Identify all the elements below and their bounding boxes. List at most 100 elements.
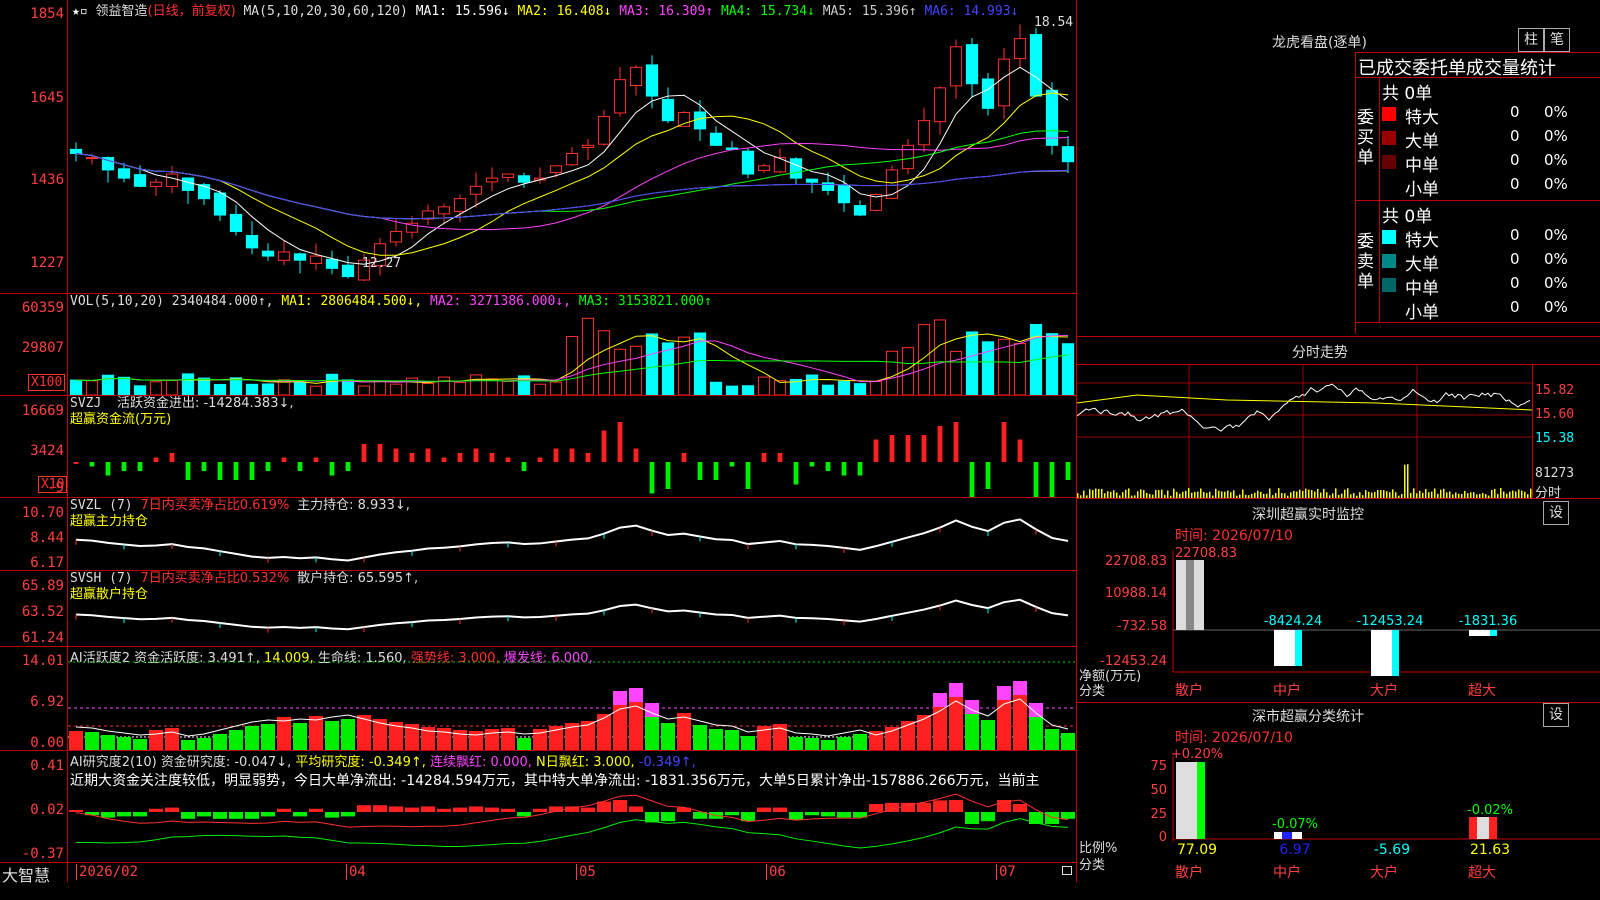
ai-research-bar xyxy=(1013,804,1027,812)
intraday-vol-bar xyxy=(1413,488,1415,498)
sz-class-settings-button[interactable]: 设 xyxy=(1543,703,1569,727)
intraday-vol-bar xyxy=(1299,489,1301,498)
candle-body xyxy=(821,182,835,191)
candle-body xyxy=(597,116,611,145)
svsh-chart[interactable] xyxy=(68,571,1076,646)
volume-bar xyxy=(309,385,323,395)
intraday-vol-bar xyxy=(1443,488,1445,498)
ai-active-bar xyxy=(725,730,739,750)
date-tick: 04 xyxy=(346,864,366,880)
svzj-bar xyxy=(793,462,799,485)
volume-chart[interactable] xyxy=(68,306,1076,395)
ai-active-bar xyxy=(485,729,499,750)
ai-research-bar xyxy=(949,800,963,812)
intraday-vol-bar xyxy=(1227,490,1229,498)
volume-bar xyxy=(597,330,611,395)
vol-tick: 60359 xyxy=(21,300,64,316)
ai-active-bar xyxy=(309,716,323,750)
intraday-vol-bar xyxy=(1137,491,1139,498)
sz-class-chart[interactable]: 75 50 25 0 +0.20% -0.07% -0.02% 77.09 6.97 -5.69 2… xyxy=(1077,742,1600,900)
svzj-bar xyxy=(809,462,815,467)
price-tick: 1645 xyxy=(30,90,64,106)
sz-monitor-chart[interactable]: 22708.83 10988.14 -732.58 -12453.24 22708.83… xyxy=(1077,540,1600,702)
svzj-multiplier[interactable]: X10 xyxy=(38,476,68,493)
intraday-vol-bar xyxy=(1500,488,1502,498)
ai-active-bar xyxy=(117,737,131,750)
ai-research-bar xyxy=(389,806,403,812)
sz-monitor-settings-button[interactable]: 设 xyxy=(1543,501,1569,525)
candle-body xyxy=(181,177,195,191)
ai-research-chart[interactable] xyxy=(68,788,1076,862)
intraday-vol-bar xyxy=(1521,490,1523,498)
lock-icon[interactable] xyxy=(1062,866,1072,875)
ai-active-bar xyxy=(277,717,291,750)
ai-research-bar xyxy=(325,812,339,818)
svzj-bar xyxy=(393,448,399,462)
ai-active-bar xyxy=(645,717,659,750)
intraday-vol-bar xyxy=(1173,488,1175,498)
svzj-bar xyxy=(889,435,895,462)
volume-bar xyxy=(885,350,899,395)
svzj-bar xyxy=(521,462,527,471)
intraday-vol-bar xyxy=(1323,488,1325,498)
ai-active-bar xyxy=(69,731,83,750)
order-swatch xyxy=(1382,230,1396,244)
intraday-vol-bar xyxy=(1377,489,1379,498)
candle-body xyxy=(261,250,275,257)
candle-body xyxy=(1061,146,1075,163)
vol-multiplier[interactable]: X100 xyxy=(28,374,66,391)
svzj-bar xyxy=(153,457,159,462)
high-annotation: 18.54 xyxy=(1034,15,1073,30)
bar-view-button[interactable]: 柱 xyxy=(1518,28,1544,52)
ai-active-chart[interactable] xyxy=(68,660,1076,750)
svzj-bar xyxy=(729,462,735,467)
volume-bar xyxy=(229,377,243,395)
ai-active-bar xyxy=(1045,729,1059,750)
intraday-vol-bar xyxy=(1407,464,1409,498)
volume-bar xyxy=(1045,333,1059,395)
svzj-bar xyxy=(329,462,335,476)
ai-active-bar xyxy=(885,727,899,750)
svzj-chart[interactable] xyxy=(68,396,1076,497)
order-name: 小单 xyxy=(1405,303,1439,323)
sz-class-value: -5.69 xyxy=(1374,842,1410,858)
ai-research-bar xyxy=(229,812,243,819)
intraday-price-tick: 15.60 xyxy=(1535,407,1575,422)
volume-bar xyxy=(1061,343,1075,395)
candle-body xyxy=(949,46,963,87)
ai-research-bar xyxy=(757,807,771,812)
ai-active-tick: 14.01 xyxy=(21,653,64,669)
intraday-vol-label: 81273 xyxy=(1535,466,1575,481)
intraday-chart[interactable] xyxy=(1077,365,1532,498)
ai-research-bar xyxy=(197,812,211,817)
intraday-vol-bar xyxy=(1305,488,1307,498)
candle-body xyxy=(933,87,947,123)
svsh-tick: 61.24 xyxy=(21,630,64,646)
ai-research-bar xyxy=(421,806,435,812)
svzl-chart[interactable] xyxy=(68,498,1076,570)
intraday-vol-bar xyxy=(1101,488,1103,498)
price-chart[interactable]: 18.54 12.27 xyxy=(68,14,1076,293)
order-count: 0 xyxy=(1510,151,1520,169)
ai-active-peak xyxy=(1029,703,1043,717)
volume-bar xyxy=(917,324,931,395)
ai-research-tick: 0.41 xyxy=(30,758,64,774)
ai-research-text: 近期大资金关注度较低，明显弱势，今日大单净流出: -14284.594万元，其中… xyxy=(70,773,1040,789)
intraday-vol-bar xyxy=(1200,488,1202,498)
ai-active-bar xyxy=(821,740,835,750)
svzj-bar xyxy=(761,453,767,462)
intraday-vol-bar xyxy=(1218,490,1220,498)
ai-research-bar xyxy=(629,806,643,812)
ai-research-bar xyxy=(869,804,883,812)
list-view-button[interactable]: 笔 xyxy=(1544,28,1570,52)
candle-body xyxy=(853,205,867,216)
candle-body xyxy=(69,148,83,155)
main-chart-area[interactable]: ★▫ 领益智造(日线，前复权) MA(5,10,20,30,60,120) MA… xyxy=(0,0,1077,885)
sz-monitor-value: -8424.24 xyxy=(1264,614,1322,629)
date-tick: 06 xyxy=(766,864,786,880)
ai-research-bar xyxy=(357,805,371,812)
order-count: 0 xyxy=(1510,274,1520,292)
ai-active-bar xyxy=(85,732,99,750)
volume-bar xyxy=(981,341,995,395)
intraday-vol-bar xyxy=(1335,488,1337,498)
